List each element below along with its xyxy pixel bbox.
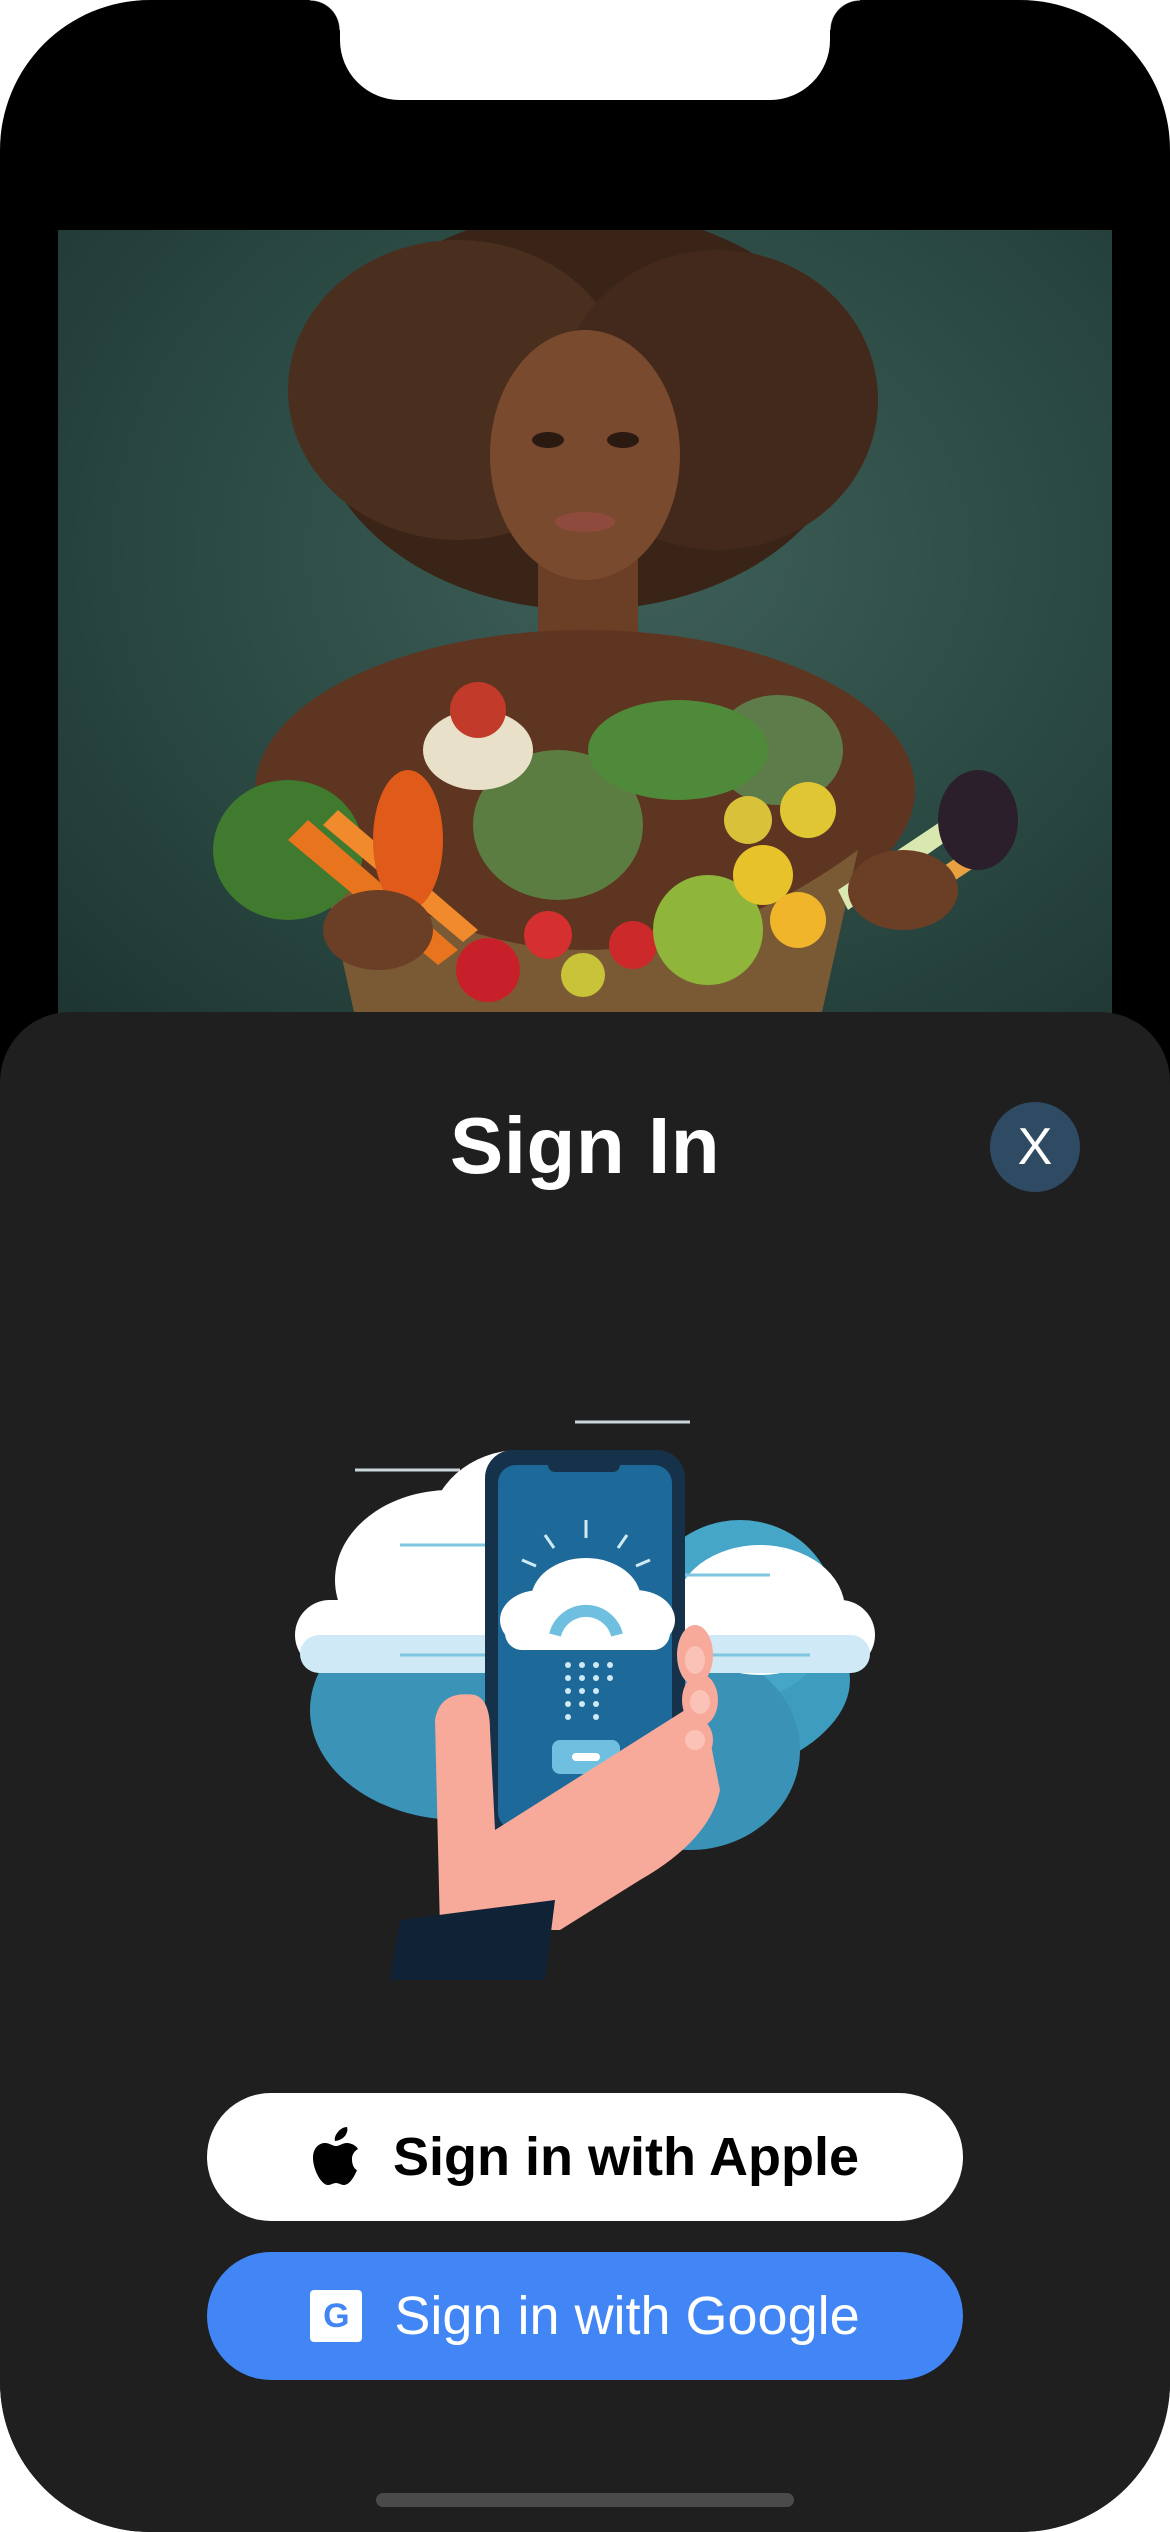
home-indicator bbox=[376, 2493, 794, 2507]
google-logo-icon: G bbox=[310, 2290, 363, 2342]
sign-in-with-apple-button[interactable]: Sign in with Apple bbox=[207, 2093, 963, 2221]
close-icon: X bbox=[1017, 1118, 1053, 1176]
phone-cloud-sync-illustration bbox=[295, 1420, 875, 1980]
device-frame: Sign In X Sign in with Apple G Sign in w… bbox=[0, 0, 1170, 2532]
device-notch bbox=[310, 0, 860, 100]
google-logo-glyph: G bbox=[310, 2290, 363, 2342]
close-button[interactable]: X bbox=[990, 1102, 1080, 1192]
apple-logo-icon bbox=[311, 2127, 361, 2187]
sign-in-with-google-label: Sign in with Google bbox=[394, 2286, 860, 2346]
sign-in-with-apple-label: Sign in with Apple bbox=[393, 2127, 859, 2187]
hero-image bbox=[58, 230, 1112, 1030]
sign-in-with-google-button[interactable]: G Sign in with Google bbox=[207, 2252, 963, 2380]
hero-photo-illustration bbox=[213, 230, 1018, 1030]
